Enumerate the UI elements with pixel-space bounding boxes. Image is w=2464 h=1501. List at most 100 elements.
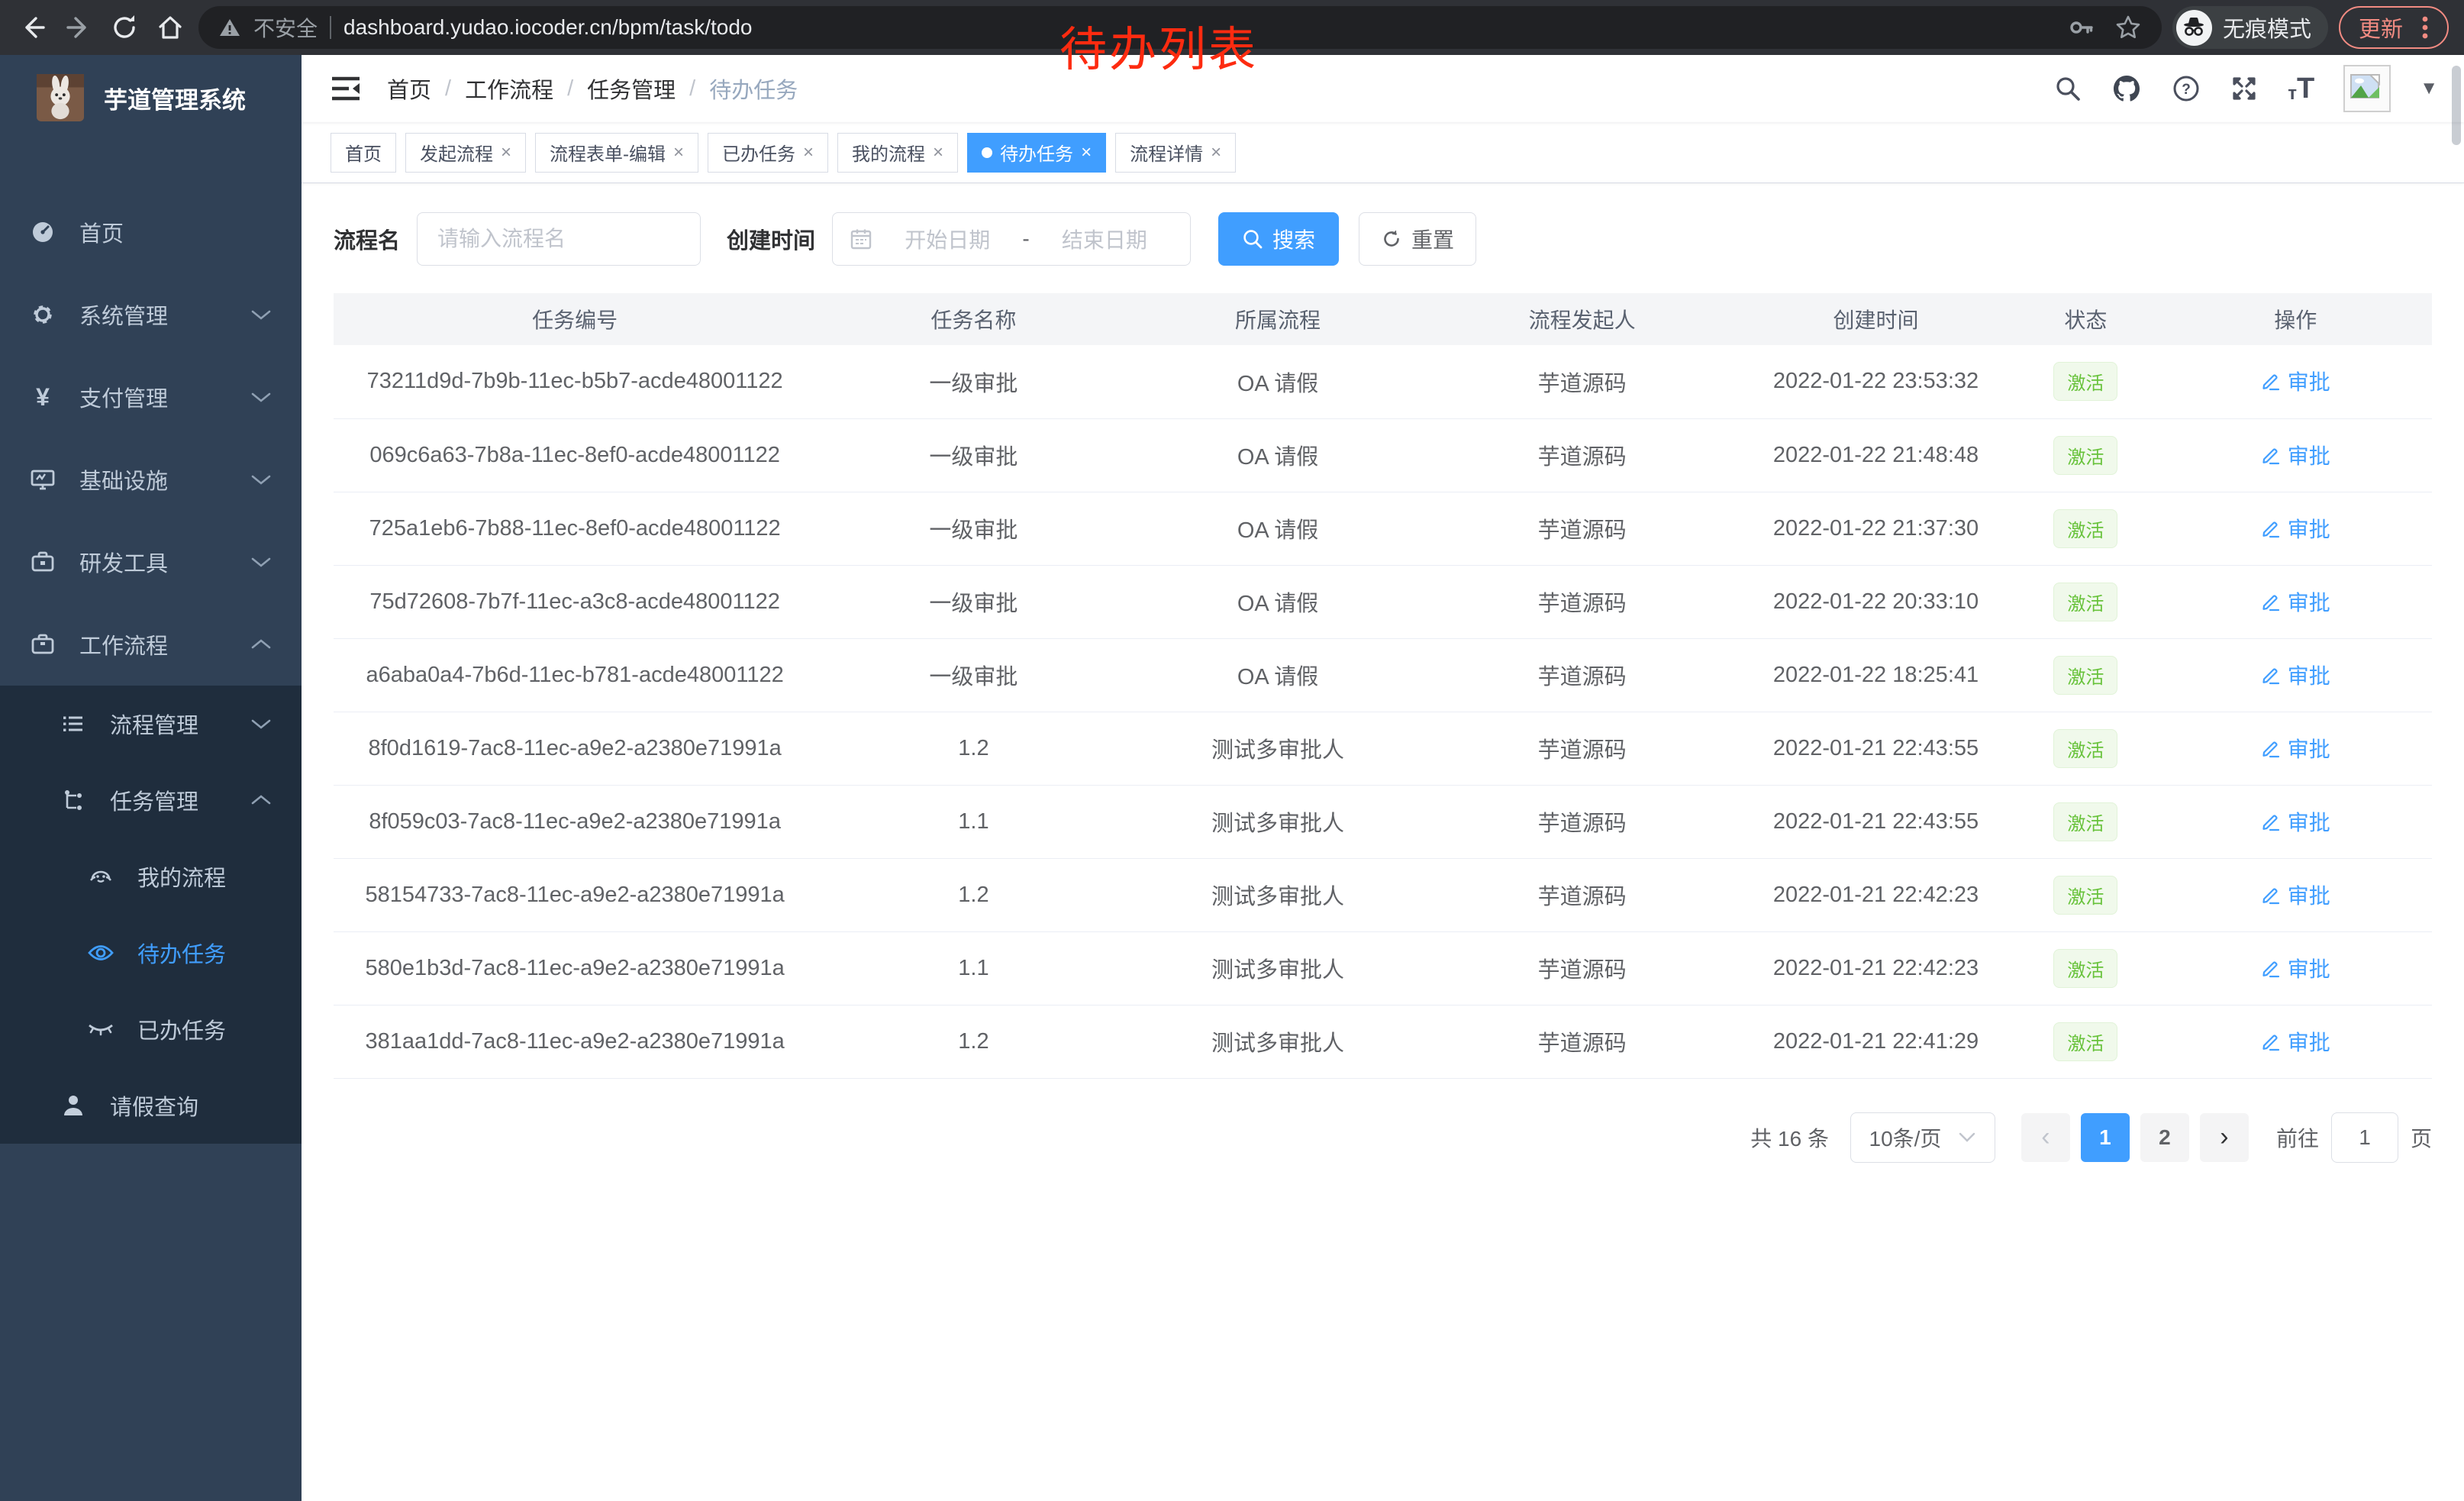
tags-view-bar: 首页 发起流程× 流程表单-编辑× 已办任务× 我的流程 × 待办任务× 流程详情… (302, 122, 2464, 183)
breadcrumb-workflow[interactable]: 工作流程 (465, 73, 553, 105)
tab-close-icon[interactable]: × (933, 142, 943, 163)
reload-icon[interactable] (107, 10, 142, 45)
home-icon[interactable] (153, 10, 188, 45)
sidebar-item-system[interactable]: 系统管理 (0, 273, 302, 356)
column-header: 创建时间 (1740, 293, 2012, 345)
approve-link[interactable]: 审批 (2261, 880, 2330, 910)
tab-home[interactable]: 首页 (331, 133, 396, 173)
start-date-placeholder[interactable]: 开始日期 (879, 224, 1016, 254)
sidebar-item-done-tasks[interactable]: 已办任务 (0, 991, 302, 1067)
browser-menu-icon[interactable] (2412, 12, 2438, 43)
process-starter-cell: 芋道源码 (1424, 785, 1739, 858)
sidebar-item-my-process[interactable]: 我的流程 (0, 838, 302, 915)
tab-close-icon[interactable]: × (1211, 142, 1221, 163)
sidebar-item-infrastructure[interactable]: 基础设施 (0, 438, 302, 521)
create-time-cell: 2022-01-22 18:25:41 (1740, 638, 2012, 712)
task-id-cell: 069c6a63-7b8a-11ec-8ef0-acde48001122 (334, 418, 816, 492)
create-time-cell: 2022-01-22 21:37:30 (1740, 492, 2012, 565)
sidebar-item-devtools[interactable]: 研发工具 (0, 521, 302, 603)
github-icon[interactable] (2111, 73, 2143, 105)
tab-process-detail[interactable]: 流程详情× (1115, 133, 1236, 173)
tab-close-icon[interactable]: × (1081, 142, 1092, 163)
tab-todo-tasks[interactable]: 待办任务× (967, 133, 1106, 173)
forward-icon[interactable] (61, 10, 96, 45)
sidebar-item-leave-query[interactable]: 请假查询 (0, 1067, 302, 1144)
tab-label: 我的流程 (852, 139, 925, 166)
tab-process-form-edit[interactable]: 流程表单-编辑× (535, 133, 698, 173)
breadcrumb-current: 待办任务 (709, 73, 798, 105)
column-header: 状态 (2012, 293, 2159, 345)
page-button-2[interactable]: 2 (2140, 1113, 2189, 1162)
sidebar-item-label: 首页 (79, 216, 124, 248)
task-id-cell: 580e1b3d-7ac8-11ec-a9e2-a2380e71991a (334, 931, 816, 1005)
sidebar-item-workflow[interactable]: 工作流程 (0, 603, 302, 686)
update-label[interactable]: 更新 (2359, 11, 2403, 44)
goto-page-input[interactable] (2331, 1112, 2398, 1163)
approve-link[interactable]: 审批 (2261, 513, 2330, 544)
process-name-input[interactable] (417, 212, 701, 266)
help-icon[interactable]: ? (2172, 74, 2201, 103)
tab-close-icon[interactable]: × (673, 142, 684, 163)
page-unit-label: 页 (2411, 1122, 2432, 1153)
omnibox-divider (330, 16, 331, 39)
approve-link[interactable]: 审批 (2261, 733, 2330, 763)
tab-done-tasks[interactable]: 已办任务× (708, 133, 828, 173)
edit-pencil-icon (2261, 738, 2281, 758)
bookmark-star-icon[interactable] (2114, 14, 2142, 41)
svg-text:?: ? (2182, 82, 2191, 98)
app-logo-row[interactable]: 芋道管理系统 (0, 55, 302, 140)
task-name-cell: 1.2 (816, 858, 1130, 931)
search-button[interactable]: 搜索 (1218, 212, 1339, 266)
avatar-caret-icon[interactable]: ▼ (2420, 78, 2438, 99)
pagination-total: 共 16 条 (1750, 1122, 1829, 1153)
tab-close-icon[interactable]: × (501, 142, 511, 163)
fullscreen-icon[interactable] (2230, 74, 2259, 103)
back-icon[interactable] (15, 10, 50, 45)
sidebar-item-process-management[interactable]: 流程管理 (0, 686, 302, 762)
end-date-placeholder[interactable]: 结束日期 (1036, 224, 1173, 254)
url-text[interactable]: dashboard.yudao.iocoder.cn/bpm/task/todo (343, 15, 752, 40)
screen: 不安全 dashboard.yudao.iocoder.cn/bpm/task/… (0, 0, 2464, 1501)
approve-link[interactable]: 审批 (2261, 1026, 2330, 1057)
status-cell: 激活 (2012, 931, 2159, 1005)
tab-close-icon[interactable]: × (803, 142, 814, 163)
browser-update-button[interactable]: 更新 (2339, 6, 2449, 49)
status-cell: 激活 (2012, 712, 2159, 785)
sidebar-collapse-icon[interactable] (331, 76, 361, 102)
prev-page-button[interactable]: ‹ (2021, 1113, 2070, 1162)
status-cell: 激活 (2012, 638, 2159, 712)
approve-link[interactable]: 审批 (2261, 806, 2330, 837)
sidebar-item-todo-tasks[interactable]: 待办任务 (0, 915, 302, 991)
approve-link-label: 审批 (2288, 513, 2330, 544)
tab-start-process[interactable]: 发起流程× (405, 133, 526, 173)
table-row: 069c6a63-7b8a-11ec-8ef0-acde48001122一级审批… (334, 418, 2432, 492)
security-label[interactable]: 不安全 (253, 12, 318, 43)
sidebar-item-task-management[interactable]: 任务管理 (0, 762, 302, 838)
sidebar-item-home[interactable]: 首页 (0, 191, 302, 273)
process-name-cell: OA 请假 (1131, 638, 1425, 712)
process-name-cell: OA 请假 (1131, 492, 1425, 565)
column-header: 任务编号 (334, 293, 816, 345)
sidebar-item-payment[interactable]: ¥ 支付管理 (0, 356, 302, 438)
date-range-picker[interactable]: 开始日期 - 结束日期 (832, 212, 1191, 266)
reset-button[interactable]: 重置 (1359, 212, 1476, 266)
password-key-icon[interactable] (2069, 15, 2095, 40)
approve-link[interactable]: 审批 (2261, 366, 2330, 396)
approve-link[interactable]: 审批 (2261, 586, 2330, 617)
approve-link[interactable]: 审批 (2261, 440, 2330, 470)
toolbox-icon (27, 549, 58, 575)
tab-my-process[interactable]: 我的流程 × (837, 133, 958, 173)
page-button-1[interactable]: 1 (2081, 1113, 2130, 1162)
search-icon[interactable] (2054, 75, 2082, 102)
page-size-select[interactable]: 10条/页 (1850, 1112, 1995, 1163)
breadcrumb-task-management[interactable]: 任务管理 (587, 73, 676, 105)
task-name-cell: 一级审批 (816, 638, 1130, 712)
breadcrumb-home[interactable]: 首页 (387, 73, 431, 105)
process-name-cell: OA 请假 (1131, 345, 1425, 418)
avatar[interactable] (2343, 65, 2391, 112)
next-page-button[interactable]: › (2200, 1113, 2249, 1162)
approve-link-label: 审批 (2288, 1026, 2330, 1057)
font-size-icon[interactable]: тT (2288, 74, 2314, 103)
approve-link[interactable]: 审批 (2261, 953, 2330, 983)
approve-link[interactable]: 审批 (2261, 660, 2330, 690)
